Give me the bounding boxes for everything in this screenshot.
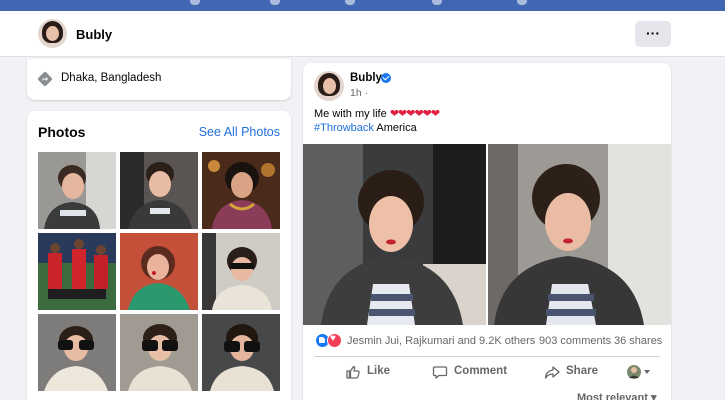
post-author-avatar[interactable]: [314, 71, 344, 101]
comment-icon: [432, 366, 448, 379]
verified-badge-icon: [381, 73, 391, 83]
photo-thumbnail[interactable]: [38, 152, 116, 229]
photo-thumbnail[interactable]: [120, 314, 198, 391]
photo-thumbnail[interactable]: [120, 233, 198, 310]
post-caption: Me with my life: [314, 108, 387, 120]
see-all-photos-link[interactable]: See All Photos: [199, 125, 280, 139]
photo-thumbnail[interactable]: [202, 314, 280, 391]
nav-tab-indicator[interactable]: [432, 0, 442, 5]
divider: [314, 356, 660, 357]
profile-name[interactable]: Bubly: [76, 27, 112, 42]
comments-count[interactable]: 903 comments: [539, 335, 611, 347]
post-card: Bubly 1h · Me with my life ❤❤❤❤❤❤ #Throw…: [303, 63, 671, 400]
comment-label: Comment: [454, 365, 508, 377]
photos-card: Photos See All Photos: [27, 111, 291, 400]
nav-tab-indicator[interactable]: [517, 0, 527, 5]
more-options-button[interactable]: ···: [635, 21, 671, 47]
love-reaction-icon: [327, 333, 342, 348]
profile-header-bar: Bubly ···: [0, 11, 725, 57]
post-location-text: America: [373, 122, 417, 134]
photos-title: Photos: [38, 124, 86, 140]
share-icon: [544, 366, 560, 379]
location-text: Dhaka, Bangladesh: [61, 72, 162, 84]
shares-count[interactable]: 36 shares: [614, 335, 662, 347]
profile-avatar[interactable]: [38, 19, 67, 48]
photo-thumbnail[interactable]: [202, 233, 280, 310]
post-timestamp[interactable]: 1h ·: [350, 87, 368, 99]
hashtag-link[interactable]: #Throwback: [314, 122, 374, 134]
location-icon: [38, 72, 52, 86]
like-label: Like: [367, 365, 391, 377]
photo-thumbnail[interactable]: [38, 314, 116, 391]
post-photo-left[interactable]: [303, 144, 486, 325]
photo-thumbnail[interactable]: [202, 152, 280, 229]
intro-card: Dhaka, Bangladesh: [27, 59, 291, 100]
audience-selector-icon[interactable]: [626, 364, 654, 380]
reaction-summary[interactable]: Jesmin Jui, Rajkumari and 9.2K others: [347, 335, 535, 347]
post-photo-right[interactable]: [488, 144, 671, 325]
share-button[interactable]: Share: [544, 363, 614, 383]
share-label: Share: [566, 365, 598, 377]
comment-sort-dropdown[interactable]: Most relevant ▾: [577, 391, 657, 400]
heart-emoji-icon: ❤❤❤❤❤❤: [389, 108, 440, 120]
post-text: Me with my life ❤❤❤❤❤❤: [314, 107, 440, 120]
nav-tab-indicator[interactable]: [345, 0, 355, 5]
comment-button[interactable]: Comment: [432, 363, 522, 383]
photo-thumbnail[interactable]: [38, 233, 116, 310]
thumbs-up-icon: [346, 365, 360, 379]
photo-thumbnail[interactable]: [120, 152, 198, 229]
like-button[interactable]: Like: [345, 363, 425, 383]
nav-tab-indicator[interactable]: [270, 0, 280, 5]
post-hashtag-line: #Throwback America: [314, 122, 417, 134]
top-navigation-bar: [0, 0, 725, 11]
nav-tab-indicator[interactable]: [190, 0, 200, 5]
post-author-name[interactable]: Bubly: [350, 72, 382, 84]
